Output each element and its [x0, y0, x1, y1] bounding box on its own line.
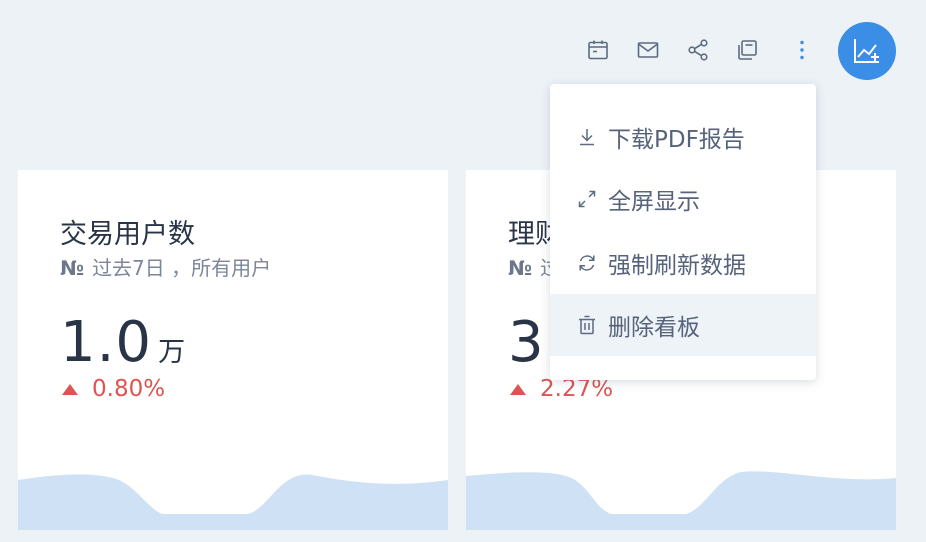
- numero-icon: №: [508, 256, 533, 280]
- trend-up-icon: [62, 383, 78, 395]
- fullscreen-icon: [578, 190, 596, 208]
- menu-item-force-refresh[interactable]: 强制刷新数据: [550, 232, 816, 294]
- add-chart-icon: [854, 39, 879, 63]
- sparkline-area: [466, 471, 896, 530]
- numero-icon: №: [60, 256, 85, 280]
- download-icon: [580, 129, 594, 146]
- mail-icon[interactable]: [634, 36, 662, 64]
- menu-item-label: 删除看板: [608, 315, 700, 341]
- metric-value: 3: [508, 310, 545, 375]
- menu-item-label: 下载PDF报告: [608, 127, 745, 153]
- card-subtitle: № 过去7日 ，所有用户: [60, 252, 271, 281]
- card-subtitle-text: 过去7日 ，所有用户: [92, 256, 272, 280]
- more-options-menu: 下载PDF报告 全屏显示 强制刷新数据 删除看板: [550, 84, 816, 380]
- menu-item-delete-dashboard[interactable]: 删除看板: [550, 294, 816, 356]
- add-chart-button[interactable]: [838, 22, 896, 80]
- metric: 1.0 万: [60, 310, 185, 375]
- share-icon[interactable]: [684, 36, 712, 64]
- change-indicator: 0.80%: [62, 376, 165, 402]
- trend-up-icon: [510, 383, 526, 395]
- sparkline-area: [18, 474, 448, 530]
- menu-item-label: 强制刷新数据: [608, 253, 746, 279]
- change-value: 0.80%: [92, 376, 166, 402]
- metric-value: 1.0: [60, 310, 153, 375]
- copy-icon[interactable]: [733, 36, 761, 64]
- calendar-icon[interactable]: [584, 36, 612, 64]
- more-vertical-icon[interactable]: [788, 36, 816, 64]
- metric: 3: [508, 310, 551, 375]
- metric-card-trading-users[interactable]: 交易用户数 № 过去7日 ，所有用户 1.0 万 0.80%: [18, 170, 448, 530]
- metric-unit: 万: [158, 337, 186, 368]
- menu-item-fullscreen[interactable]: 全屏显示: [550, 168, 816, 230]
- card-title: 交易用户数: [60, 219, 195, 250]
- refresh-icon: [579, 255, 595, 271]
- menu-item-download-pdf[interactable]: 下载PDF报告: [550, 106, 816, 168]
- menu-item-label: 全屏显示: [608, 189, 700, 215]
- trash-icon: [579, 315, 595, 335]
